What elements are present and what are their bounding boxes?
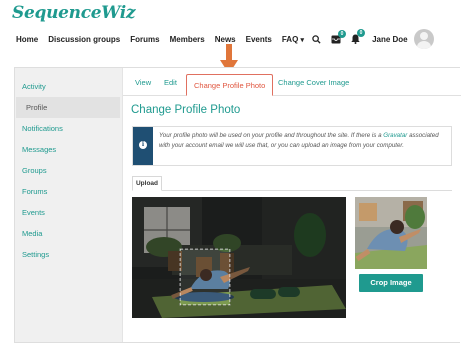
sidebar-item-messages[interactable]: Messages: [16, 139, 120, 160]
nav-home[interactable]: Home: [16, 35, 38, 44]
nav-forums[interactable]: Forums: [130, 35, 159, 44]
profile-subtabs: View Edit Change Profile Photo Change Co…: [123, 74, 461, 96]
crop-source-photo[interactable]: [132, 197, 346, 318]
notice-text-before: Your profile photo will be used on your …: [159, 132, 384, 139]
tab-change-profile-photo[interactable]: Change Profile Photo: [186, 74, 274, 96]
upload-divider: [132, 190, 452, 191]
notice-text: Your profile photo will be used on your …: [159, 131, 449, 150]
notifications-badge: 0: [357, 29, 366, 37]
sidebar-item-media[interactable]: Media: [16, 223, 120, 244]
gravatar-link[interactable]: Gravatar: [383, 132, 407, 139]
bell-icon[interactable]: 0: [351, 29, 366, 44]
nav-faq[interactable]: FAQ ▾: [282, 35, 304, 44]
info-notice: i Your profile photo will be used on you…: [132, 126, 452, 166]
chevron-down-icon: ▾: [300, 36, 305, 44]
tab-change-cover-image[interactable]: Change Cover Image: [278, 78, 349, 87]
nav-members[interactable]: Members: [170, 35, 205, 44]
sidebar-item-settings[interactable]: Settings: [16, 244, 120, 265]
sidebar: Activity Profile Notifications Messages …: [16, 76, 120, 265]
crop-image-button[interactable]: Crop Image: [359, 274, 423, 292]
inbox-icon[interactable]: 0: [331, 29, 347, 44]
messages-badge: 0: [338, 29, 347, 38]
sidebar-item-activity[interactable]: Activity: [16, 76, 120, 97]
tab-view[interactable]: View: [135, 78, 151, 87]
page-title: Change Profile Photo: [131, 104, 241, 116]
sidebar-item-groups[interactable]: Groups: [16, 160, 120, 181]
crop-preview-image: [355, 197, 427, 269]
tab-upload[interactable]: Upload: [132, 176, 162, 191]
nav-faq-label: FAQ: [281, 34, 299, 44]
user-name[interactable]: Jane Doe: [372, 35, 408, 44]
sidebar-item-events[interactable]: Events: [16, 202, 120, 223]
sidebar-item-notifications[interactable]: Notifications: [16, 118, 120, 139]
main-panel: View Edit Change Profile Photo Change Co…: [122, 68, 461, 342]
search-icon[interactable]: [312, 34, 321, 44]
site-logo[interactable]: SequenceWiz: [12, 3, 136, 23]
nav-events[interactable]: Events: [246, 35, 272, 44]
notice-bar: i: [133, 127, 153, 165]
sidebar-item-forums[interactable]: Forums: [16, 181, 120, 202]
nav-news[interactable]: News: [215, 35, 236, 44]
sidebar-item-profile[interactable]: Profile: [16, 97, 120, 118]
nav-discussion-groups[interactable]: Discussion groups: [48, 35, 120, 44]
tab-edit[interactable]: Edit: [164, 78, 177, 87]
info-icon: i: [139, 141, 147, 149]
user-avatar-icon[interactable]: [413, 29, 434, 49]
